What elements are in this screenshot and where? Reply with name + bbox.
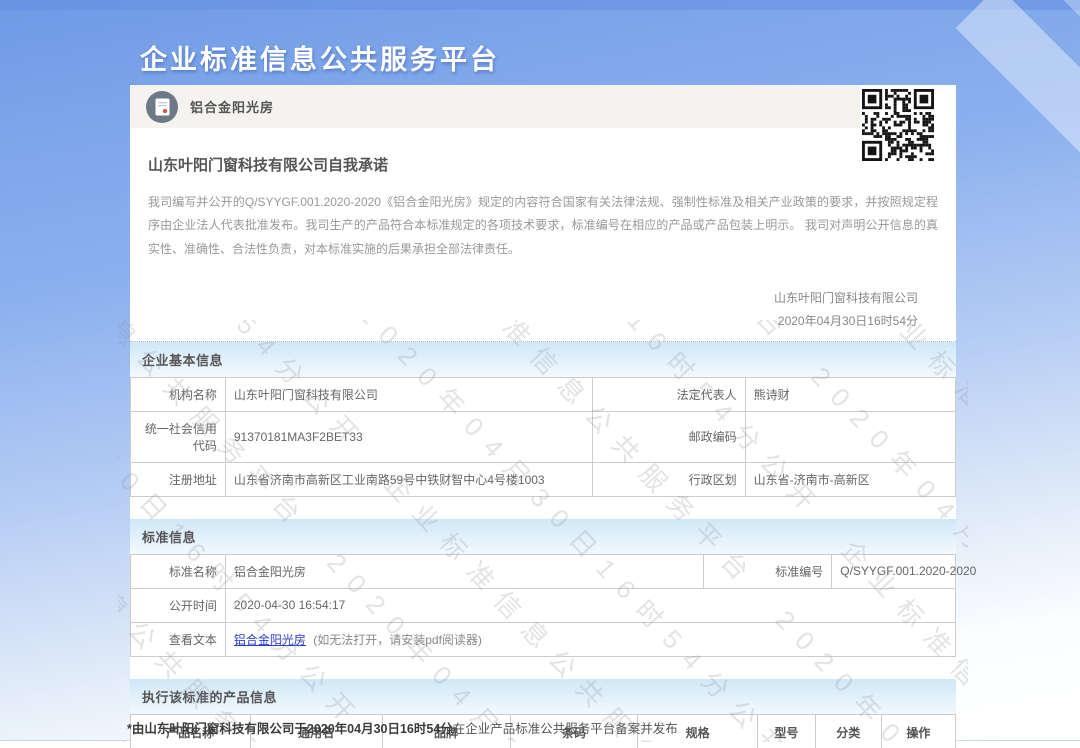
footer-note: *由山东叶阳门窗科技有限公司于2020年04月30日16时54分在企业产品标准公…	[127, 718, 678, 737]
column-header: 分类	[815, 714, 881, 748]
field-label: 公开时间	[131, 588, 226, 622]
field-label: 统一社会信用代码	[131, 411, 226, 462]
background-streak	[956, 0, 1080, 254]
table-row: 查看文本 铝合金阳光房 (如无法打开，请安装pdf阅读器)	[131, 622, 956, 656]
field-value: 91370181MA3F2BET33	[225, 411, 592, 462]
page-title: 企业标准信息公共服务平台	[140, 38, 500, 77]
section-header-product-info: 执行该标准的产品信息	[130, 679, 956, 714]
basic-info-table: 机构名称 山东叶阳门窗科技有限公司 法定代表人 熊诗财 统一社会信用代码 913…	[130, 377, 956, 497]
commitment-title: 山东叶阳门窗科技有限公司自我承诺	[148, 154, 938, 175]
table-row: 统一社会信用代码 91370181MA3F2BET33 邮政编码	[131, 411, 956, 462]
field-value: 山东省-济南市-高新区	[745, 462, 955, 496]
column-header: 操作	[881, 714, 955, 748]
content-card: 铝合金阳光房 山东叶阳门窗科技有限公司自我承诺 我司编写并公开的Q/SYYGF.…	[130, 85, 956, 748]
field-label: 查看文本	[131, 622, 226, 656]
field-value: 山东省济南市高新区工业南路59号中铁财智中心4号楼1003	[225, 462, 592, 496]
qr-code	[860, 85, 956, 162]
commitment-body: 我司编写并公开的Q/SYYGF.001.2020-2020《铝合金阳光房》规定的…	[148, 191, 938, 261]
field-label: 邮政编码	[593, 411, 746, 462]
table-row: 机构名称 山东叶阳门窗科技有限公司 法定代表人 熊诗财	[131, 377, 956, 411]
field-value: 2020-04-30 16:54:17	[225, 588, 955, 622]
table-row: 注册地址 山东省济南市高新区工业南路59号中铁财智中心4号楼1003 行政区划 …	[131, 462, 956, 496]
field-label: 机构名称	[131, 377, 226, 411]
card-titlebar: 铝合金阳光房	[130, 85, 956, 128]
section-header-standard-info: 标准信息	[130, 519, 956, 554]
view-text-cell: 铝合金阳光房 (如无法打开，请安装pdf阅读器)	[225, 622, 955, 656]
standard-info-table: 标准名称 铝合金阳光房 标准编号 Q/SYYGF.001.2020-2020 公…	[130, 554, 956, 657]
signature-block: 山东叶阳门窗科技有限公司 2020年04月30日16时54分	[130, 287, 918, 333]
document-title: 铝合金阳光房	[190, 97, 274, 116]
field-value: 铝合金阳光房	[225, 554, 704, 588]
table-row: 标准名称 铝合金阳光房 标准编号 Q/SYYGF.001.2020-2020	[131, 554, 956, 588]
signature-company: 山东叶阳门窗科技有限公司	[130, 287, 918, 310]
field-label: 行政区划	[593, 462, 746, 496]
column-header: 型号	[758, 714, 816, 748]
signature-datetime: 2020年04月30日16时54分	[130, 310, 918, 333]
field-label: 注册地址	[131, 462, 226, 496]
table-row: 公开时间 2020-04-30 16:54:17	[131, 588, 956, 622]
field-label: 法定代表人	[593, 377, 746, 411]
pdf-reader-hint: (如无法打开，请安装pdf阅读器)	[313, 633, 482, 647]
top-strip	[0, 0, 1080, 10]
section-basic-info: 企业基本信息 机构名称 山东叶阳门窗科技有限公司 法定代表人 熊诗财 统一社会信…	[130, 342, 956, 497]
standard-pdf-link[interactable]: 铝合金阳光房	[234, 633, 306, 647]
section-header-basic-info: 企业基本信息	[130, 342, 956, 377]
field-label: 标准编号	[704, 554, 832, 588]
section-standard-info: 标准信息 标准名称 铝合金阳光房 标准编号 Q/SYYGF.001.2020-2…	[130, 519, 956, 657]
field-label: 标准名称	[131, 554, 226, 588]
background-streak	[983, 0, 1080, 117]
field-value: 熊诗财	[745, 377, 955, 411]
field-value: 山东叶阳门窗科技有限公司	[225, 377, 592, 411]
footer-note-rest: 在企业产品标准公共服务平台备案并发布	[453, 722, 678, 736]
field-value	[745, 411, 955, 462]
page: 企业标准信息公共服务平台 铝合金阳光房 山东叶阳门窗科技有限公司自我承诺 我司编…	[0, 0, 1080, 748]
footer-note-bold: *由山东叶阳门窗科技有限公司于2020年04月30日16时54分	[127, 722, 453, 736]
section-product-info: 执行该标准的产品信息 产品名称 通用名 品牌 条码 规格 型号 分类 操作	[130, 679, 956, 748]
document-icon	[146, 91, 178, 123]
field-value: Q/SYYGF.001.2020-2020	[832, 554, 956, 588]
